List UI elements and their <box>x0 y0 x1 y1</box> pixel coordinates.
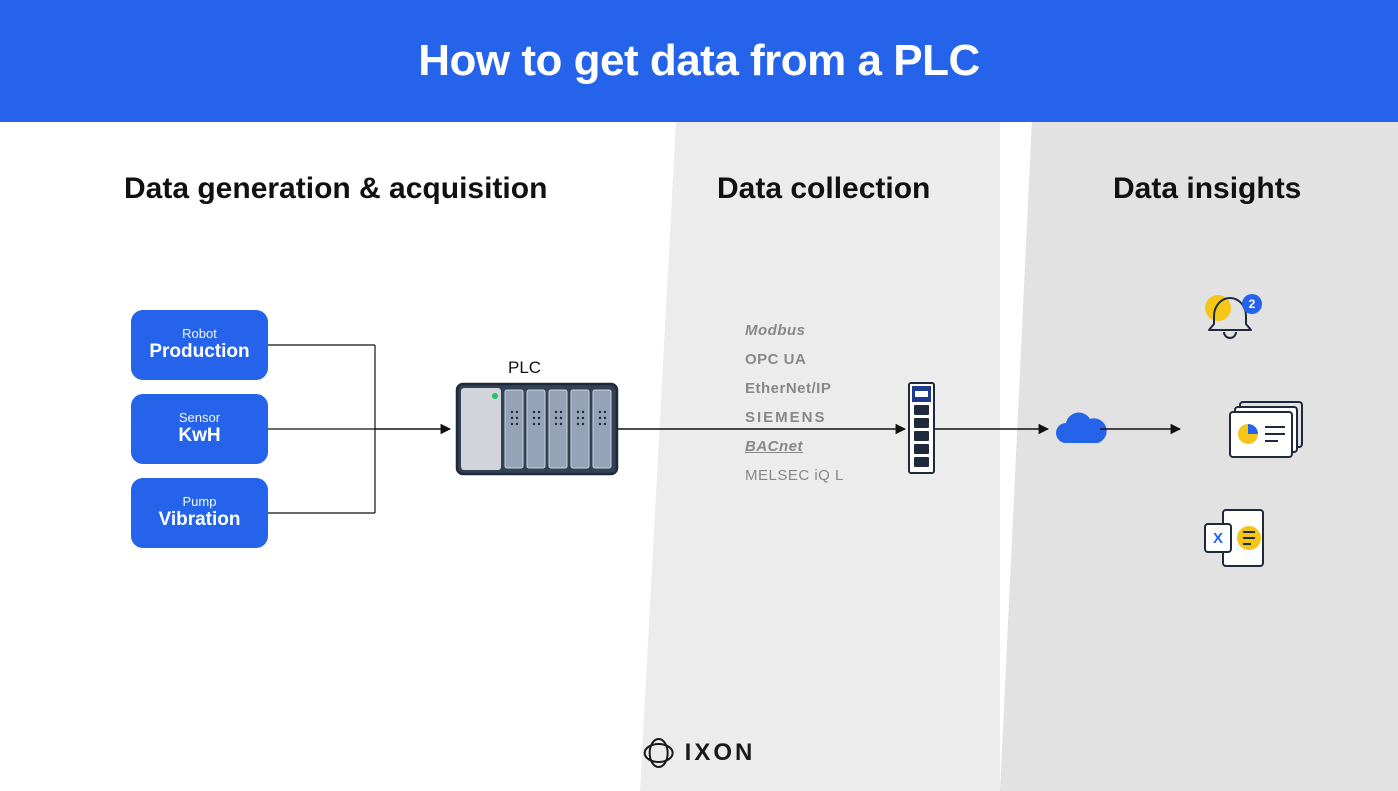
protocol-item: OPC UA <box>745 351 845 368</box>
source-sensor: Sensor KwH <box>131 394 268 464</box>
protocol-item: BACnet <box>745 438 845 455</box>
section-heading-3: Data insights <box>1113 172 1301 206</box>
source-pump: Pump Vibration <box>131 478 268 548</box>
brand-name: IXON <box>685 739 756 767</box>
protocol-item: SIEMENS <box>745 409 845 426</box>
source-robot: Robot Production <box>131 310 268 380</box>
diagram-canvas: Data generation & acquisition Data colle… <box>0 122 1398 791</box>
page-title: How to get data from a PLC <box>418 36 979 86</box>
protocol-item: EtherNet/IP <box>745 380 845 397</box>
brand-logo-icon <box>643 737 675 769</box>
plc-label: PLC <box>508 358 541 378</box>
protocol-item: MELSEC iQ L <box>745 467 845 484</box>
protocol-list: Modbus OPC UA EtherNet/IP SIEMENS BACnet… <box>745 322 845 484</box>
section-heading-2: Data collection <box>717 172 930 206</box>
section-heading-1: Data generation & acquisition <box>124 172 547 206</box>
title-banner: How to get data from a PLC <box>0 0 1398 122</box>
brand-logo: IXON <box>643 737 756 769</box>
protocol-item: Modbus <box>745 322 845 339</box>
